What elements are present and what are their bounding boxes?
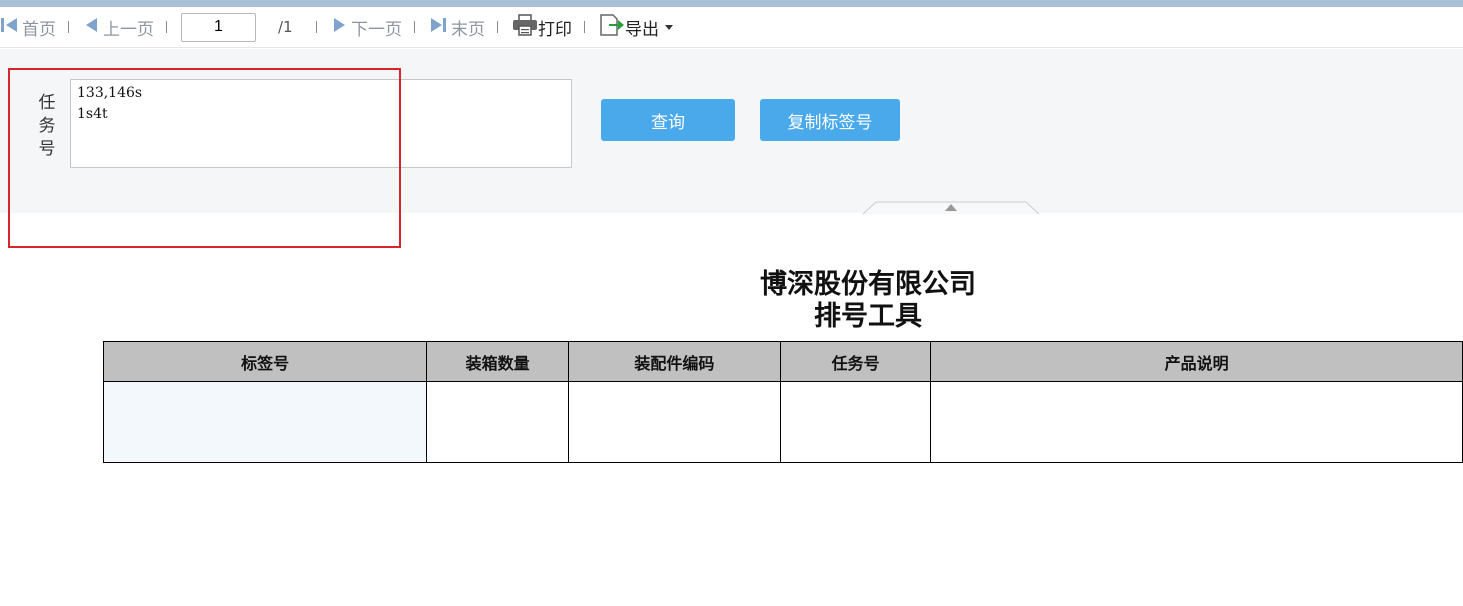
column-header: 产品说明 (930, 341, 1463, 382)
table-cell (426, 381, 569, 463)
table-cell[interactable] (102, 381, 428, 463)
first-page-button[interactable]: 首页 (0, 15, 56, 40)
toolbar-divider (497, 21, 498, 33)
toolbar-divider (68, 21, 69, 33)
query-panel: 任务号 133,146s 1s4t 查询 复制标签号 (0, 49, 1463, 213)
report-title: 排号工具 (814, 301, 922, 332)
next-page-button[interactable]: 下一页 (331, 15, 402, 40)
print-button[interactable]: 打印 (512, 13, 572, 41)
prev-page-button[interactable]: 上一页 (83, 15, 154, 40)
table-row (102, 381, 1463, 463)
table-cell (930, 381, 1463, 463)
column-header: 装箱数量 (426, 341, 569, 382)
export-label: 导出 (625, 19, 659, 40)
page-total: /1 (278, 18, 293, 36)
top-stripe (0, 0, 1463, 7)
report-toolbar: 首页 上一页 /1 下一页 末页 打印 导出 (0, 7, 1463, 48)
last-page-button[interactable]: 末页 (429, 15, 485, 40)
export-icon (599, 13, 625, 42)
toolbar-divider (166, 21, 167, 33)
printer-icon (512, 13, 538, 41)
next-page-label: 下一页 (351, 19, 402, 40)
toolbar-divider (414, 21, 415, 33)
export-button[interactable]: 导出 (599, 13, 673, 42)
prev-page-label: 上一页 (103, 19, 154, 40)
table-cell (779, 381, 932, 463)
caret-down-icon[interactable] (665, 24, 673, 30)
query-button[interactable]: 查询 (601, 99, 735, 141)
column-header: 装配件编码 (567, 341, 781, 382)
page-number-input[interactable] (181, 12, 256, 42)
task-number-input[interactable]: 133,146s 1s4t (70, 79, 572, 168)
table-cell (567, 381, 781, 463)
last-page-icon (429, 16, 451, 39)
next-page-icon (331, 16, 351, 39)
print-label: 打印 (538, 19, 572, 40)
copy-label-button[interactable]: 复制标签号 (760, 99, 900, 141)
task-number-label: 任务号 (38, 93, 56, 159)
last-page-label: 末页 (451, 19, 485, 40)
column-header: 标签号 (102, 341, 428, 382)
column-header: 任务号 (779, 341, 932, 382)
table-header-row: 标签号 装箱数量 装配件编码 任务号 产品说明 (102, 341, 1463, 382)
collapse-panel-toggle[interactable] (862, 200, 1040, 219)
first-page-label: 首页 (22, 19, 56, 40)
report-table: 标签号 装箱数量 装配件编码 任务号 产品说明 (102, 341, 1463, 463)
toolbar-divider (316, 21, 317, 33)
toolbar-divider (584, 21, 585, 33)
first-page-icon (0, 16, 22, 39)
prev-page-icon (83, 16, 103, 39)
